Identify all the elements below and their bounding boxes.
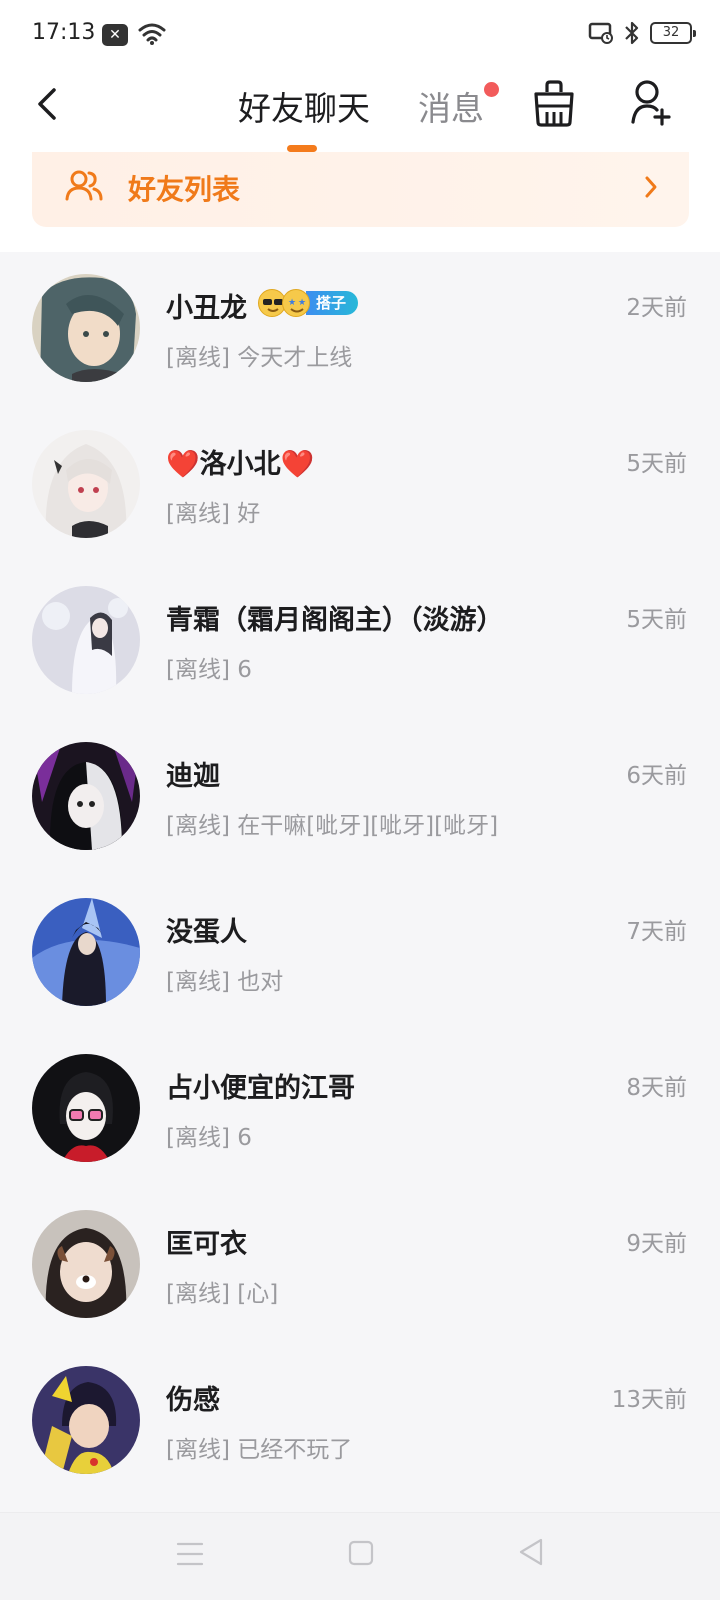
top-header: 好友聊天 消息	[0, 72, 720, 152]
chat-preview: [离线] 已经不玩了	[166, 1437, 353, 1463]
avatar[interactable]	[32, 274, 140, 382]
chat-name: 占小便宜的江哥	[166, 1073, 355, 1104]
svg-text:★: ★	[288, 298, 296, 308]
chat-time: 6天前	[626, 763, 687, 789]
friend-list-banner[interactable]: 好友列表	[32, 152, 689, 227]
chat-preview: [离线] 今天才上线	[166, 345, 353, 371]
chat-row[interactable]: 青霜（霜月阁阁主）（淡游） 5天前 [离线] 6	[0, 564, 720, 720]
home-square-icon[interactable]	[348, 1539, 374, 1567]
chat-name: 没蛋人	[166, 917, 247, 948]
chat-preview: [离线] 在干嘛[呲牙][呲牙][呲牙]	[166, 813, 499, 839]
close-box-icon: ✕	[102, 24, 128, 46]
chat-list: 小丑龙 ★ ★ 搭子 2天前 [离线] 今天才上线 ❤️洛小北❤️ 5天前 [离…	[0, 252, 720, 1500]
chat-name: 小丑龙	[166, 293, 247, 324]
menu-icon[interactable]	[176, 1541, 204, 1567]
avatar[interactable]	[32, 430, 140, 538]
battery-icon: 32	[650, 22, 696, 44]
screen-cast-icon	[588, 22, 613, 44]
friend-list-label: 好友列表	[128, 173, 241, 206]
chat-preview: [离线] 好	[166, 501, 261, 527]
avatar[interactable]	[32, 1366, 140, 1474]
chat-preview: [离线] 6	[166, 1125, 252, 1151]
chat-time: 2天前	[626, 295, 687, 321]
wifi-icon	[138, 23, 166, 45]
chat-time: 8天前	[626, 1075, 687, 1101]
chat-time: 5天前	[626, 607, 687, 633]
avatar[interactable]	[32, 586, 140, 694]
back-icon[interactable]	[28, 84, 68, 124]
chat-time: 13天前	[611, 1387, 687, 1413]
chat-row[interactable]: 没蛋人 7天前 [离线] 也对	[0, 876, 720, 1032]
chat-name: ❤️洛小北❤️	[166, 449, 315, 480]
avatar[interactable]	[32, 1210, 140, 1318]
chevron-right-icon	[645, 176, 657, 198]
chat-row[interactable]: 迪迦 6天前 [离线] 在干嘛[呲牙][呲牙][呲牙]	[0, 720, 720, 876]
unread-dot	[484, 82, 499, 97]
chat-row[interactable]: 伤感 13天前 [离线] 已经不玩了	[0, 1344, 720, 1500]
status-right-cluster: 32	[588, 20, 696, 46]
user-badges: ★ ★ 搭子	[258, 288, 359, 318]
status-bar: 17:13 ✕ 32	[0, 0, 720, 72]
banner-container: 好友列表	[0, 152, 720, 252]
bluetooth-icon	[625, 21, 639, 45]
system-nav-bar	[0, 1512, 720, 1600]
chat-row[interactable]: 匡可衣 9天前 [离线] [心]	[0, 1188, 720, 1344]
chat-name: 迪迦	[166, 761, 220, 792]
star-eyes-emoji-icon: ★ ★	[282, 289, 310, 317]
chat-preview: [离线] 也对	[166, 969, 284, 995]
svg-text:★: ★	[298, 298, 306, 308]
chat-row[interactable]: 占小便宜的江哥 8天前 [离线] 6	[0, 1032, 720, 1188]
chat-time: 7天前	[626, 919, 687, 945]
active-tab-indicator	[287, 145, 317, 152]
chat-row[interactable]: ❤️洛小北❤️ 5天前 [离线] 好	[0, 408, 720, 564]
chat-name: 青霜（霜月阁阁主）（淡游）	[166, 605, 504, 636]
partner-badge: 搭子	[306, 291, 359, 315]
clean-basket-icon[interactable]	[532, 78, 576, 128]
chat-name: 匡可衣	[166, 1229, 247, 1260]
back-triangle-icon[interactable]	[518, 1537, 544, 1567]
chat-row[interactable]: 小丑龙 ★ ★ 搭子 2天前 [离线] 今天才上线	[0, 252, 720, 408]
avatar[interactable]	[32, 1054, 140, 1162]
avatar[interactable]	[32, 742, 140, 850]
chat-name: 伤感	[166, 1385, 220, 1416]
chat-preview: [离线] [心]	[166, 1281, 279, 1307]
battery-level: 32	[662, 25, 680, 40]
status-time: 17:13	[32, 20, 96, 45]
chat-time: 5天前	[626, 451, 687, 477]
chat-preview: [离线] 6	[166, 657, 252, 683]
add-friend-icon[interactable]	[630, 78, 674, 128]
chat-time: 9天前	[626, 1231, 687, 1257]
tab-messages[interactable]: 消息	[418, 82, 484, 130]
friends-icon	[65, 170, 103, 201]
tab-friends-chat[interactable]: 好友聊天	[238, 82, 370, 130]
avatar[interactable]	[32, 898, 140, 1006]
